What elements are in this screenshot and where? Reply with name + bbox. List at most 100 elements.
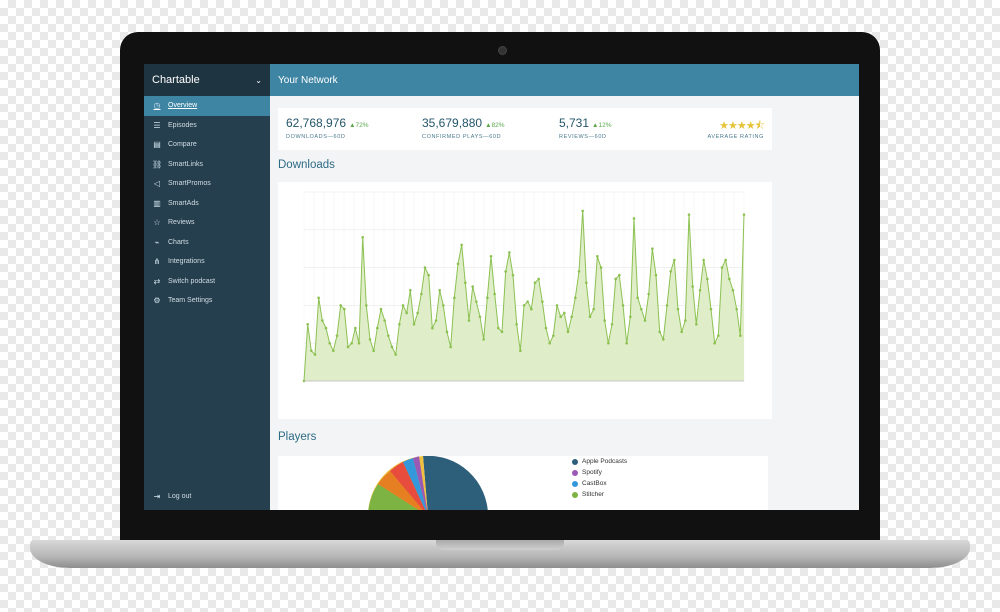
data-point[interactable] bbox=[706, 277, 709, 281]
data-point[interactable] bbox=[570, 315, 573, 319]
legend-item[interactable]: Spotify bbox=[572, 469, 602, 476]
data-point[interactable] bbox=[368, 338, 372, 341]
data-point[interactable] bbox=[398, 323, 401, 326]
data-point[interactable] bbox=[379, 307, 383, 311]
data-point[interactable] bbox=[574, 296, 577, 300]
data-point[interactable] bbox=[610, 323, 614, 326]
data-point[interactable] bbox=[511, 273, 515, 277]
data-point[interactable] bbox=[493, 292, 496, 296]
data-point[interactable] bbox=[614, 277, 617, 281]
data-point[interactable] bbox=[669, 270, 672, 273]
data-point[interactable] bbox=[504, 270, 507, 273]
data-point[interactable] bbox=[709, 307, 713, 311]
data-point[interactable] bbox=[625, 341, 628, 345]
data-point[interactable] bbox=[497, 326, 500, 330]
data-point[interactable] bbox=[365, 304, 368, 307]
data-point[interactable] bbox=[566, 330, 570, 334]
data-point[interactable] bbox=[577, 270, 581, 273]
data-point[interactable] bbox=[409, 288, 412, 292]
brand-switcher[interactable]: Chartable ⌄ bbox=[144, 64, 270, 96]
data-point[interactable] bbox=[357, 341, 361, 345]
data-point[interactable] bbox=[453, 296, 456, 300]
data-point[interactable] bbox=[500, 330, 504, 334]
sidebar-item-smartads[interactable]: ▥ SmartAds bbox=[144, 194, 270, 214]
data-point[interactable] bbox=[680, 330, 683, 334]
data-point[interactable] bbox=[478, 315, 482, 319]
data-point[interactable] bbox=[434, 319, 438, 322]
data-point[interactable] bbox=[339, 304, 342, 307]
data-point[interactable] bbox=[317, 296, 320, 300]
data-point[interactable] bbox=[519, 349, 522, 353]
data-point[interactable] bbox=[482, 338, 485, 341]
data-point[interactable] bbox=[526, 300, 529, 303]
data-point[interactable] bbox=[621, 304, 625, 307]
data-point[interactable] bbox=[445, 330, 449, 334]
data-point[interactable] bbox=[464, 281, 467, 285]
data-point[interactable] bbox=[673, 258, 676, 262]
data-point[interactable] bbox=[313, 353, 317, 356]
sidebar-item-charts[interactable]: ⌁ Charts bbox=[144, 233, 270, 253]
data-point[interactable] bbox=[739, 334, 742, 337]
data-point[interactable] bbox=[728, 277, 731, 281]
data-point[interactable] bbox=[530, 307, 533, 311]
data-point[interactable] bbox=[431, 326, 434, 330]
logout-link[interactable]: ⇥ Log out bbox=[144, 487, 286, 507]
data-point[interactable] bbox=[603, 319, 606, 322]
data-point[interactable] bbox=[537, 277, 540, 281]
data-point[interactable] bbox=[350, 341, 353, 345]
data-point[interactable] bbox=[651, 247, 654, 250]
data-point[interactable] bbox=[438, 288, 441, 292]
data-point[interactable] bbox=[387, 334, 390, 337]
data-point[interactable] bbox=[592, 307, 595, 311]
sidebar-item-switch-podcast[interactable]: ⇄ Switch podcast bbox=[144, 272, 270, 292]
data-point[interactable] bbox=[508, 251, 511, 254]
data-point[interactable] bbox=[658, 330, 661, 334]
data-point[interactable] bbox=[724, 258, 727, 262]
data-point[interactable] bbox=[306, 323, 309, 326]
data-point[interactable] bbox=[442, 304, 445, 307]
sidebar-item-compare[interactable]: ▤ Compare bbox=[144, 135, 270, 155]
data-point[interactable] bbox=[662, 338, 665, 341]
data-point[interactable] bbox=[607, 341, 610, 345]
data-point[interactable] bbox=[654, 273, 658, 277]
data-point[interactable] bbox=[449, 345, 452, 349]
data-point[interactable] bbox=[489, 254, 493, 258]
data-point[interactable] bbox=[702, 258, 705, 262]
data-point[interactable] bbox=[412, 323, 416, 326]
data-point[interactable] bbox=[563, 311, 566, 315]
data-point[interactable] bbox=[522, 304, 526, 307]
data-point[interactable] bbox=[324, 326, 328, 330]
data-point[interactable] bbox=[405, 311, 408, 315]
data-point[interactable] bbox=[720, 266, 724, 269]
data-point[interactable] bbox=[552, 334, 555, 337]
data-point[interactable] bbox=[460, 243, 463, 247]
data-point[interactable] bbox=[647, 292, 650, 296]
data-point[interactable] bbox=[691, 285, 694, 288]
data-point[interactable] bbox=[541, 300, 544, 303]
data-point[interactable] bbox=[548, 341, 551, 345]
data-point[interactable] bbox=[544, 326, 548, 330]
data-point[interactable] bbox=[588, 315, 592, 319]
legend-item[interactable]: Stitcher bbox=[572, 491, 604, 498]
sidebar-item-smartlinks[interactable]: ⛓ SmartLinks bbox=[144, 155, 270, 175]
data-point[interactable] bbox=[354, 326, 357, 330]
data-point[interactable] bbox=[596, 254, 599, 258]
data-point[interactable] bbox=[420, 292, 423, 296]
data-point[interactable] bbox=[343, 307, 346, 311]
data-point[interactable] bbox=[581, 209, 584, 213]
data-point[interactable] bbox=[665, 304, 669, 307]
data-point[interactable] bbox=[471, 285, 474, 288]
sidebar-item-team-settings[interactable]: ⚙ Team Settings bbox=[144, 291, 270, 311]
data-point[interactable] bbox=[390, 345, 394, 349]
data-point[interactable] bbox=[687, 213, 691, 216]
sidebar-item-smartpromos[interactable]: ◁ SmartPromos bbox=[144, 174, 270, 194]
data-point[interactable] bbox=[695, 323, 698, 326]
data-point[interactable] bbox=[416, 311, 419, 315]
data-point[interactable] bbox=[717, 334, 720, 337]
data-point[interactable] bbox=[328, 341, 331, 345]
data-point[interactable] bbox=[742, 213, 746, 216]
sidebar-item-reviews[interactable]: ☆ Reviews bbox=[144, 213, 270, 233]
data-point[interactable] bbox=[383, 319, 386, 322]
data-point[interactable] bbox=[618, 273, 621, 277]
data-point[interactable] bbox=[332, 349, 335, 353]
